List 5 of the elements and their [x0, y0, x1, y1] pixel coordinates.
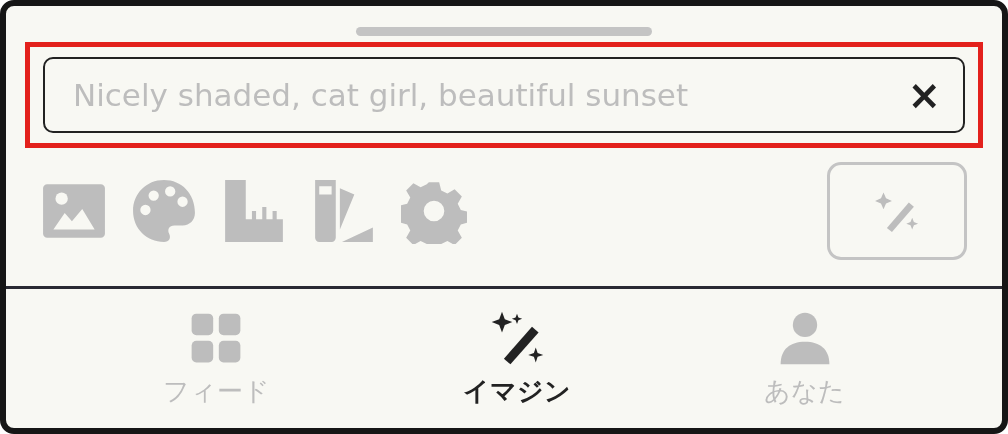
palette-icon[interactable]: [131, 178, 197, 244]
clear-button[interactable]: ×: [907, 75, 941, 115]
prompt-field[interactable]: Nicely shaded, cat girl, beautiful sunset ×: [43, 57, 965, 133]
drag-handle[interactable]: [356, 27, 652, 36]
nav-tab[interactable]: イマジン: [463, 308, 571, 409]
